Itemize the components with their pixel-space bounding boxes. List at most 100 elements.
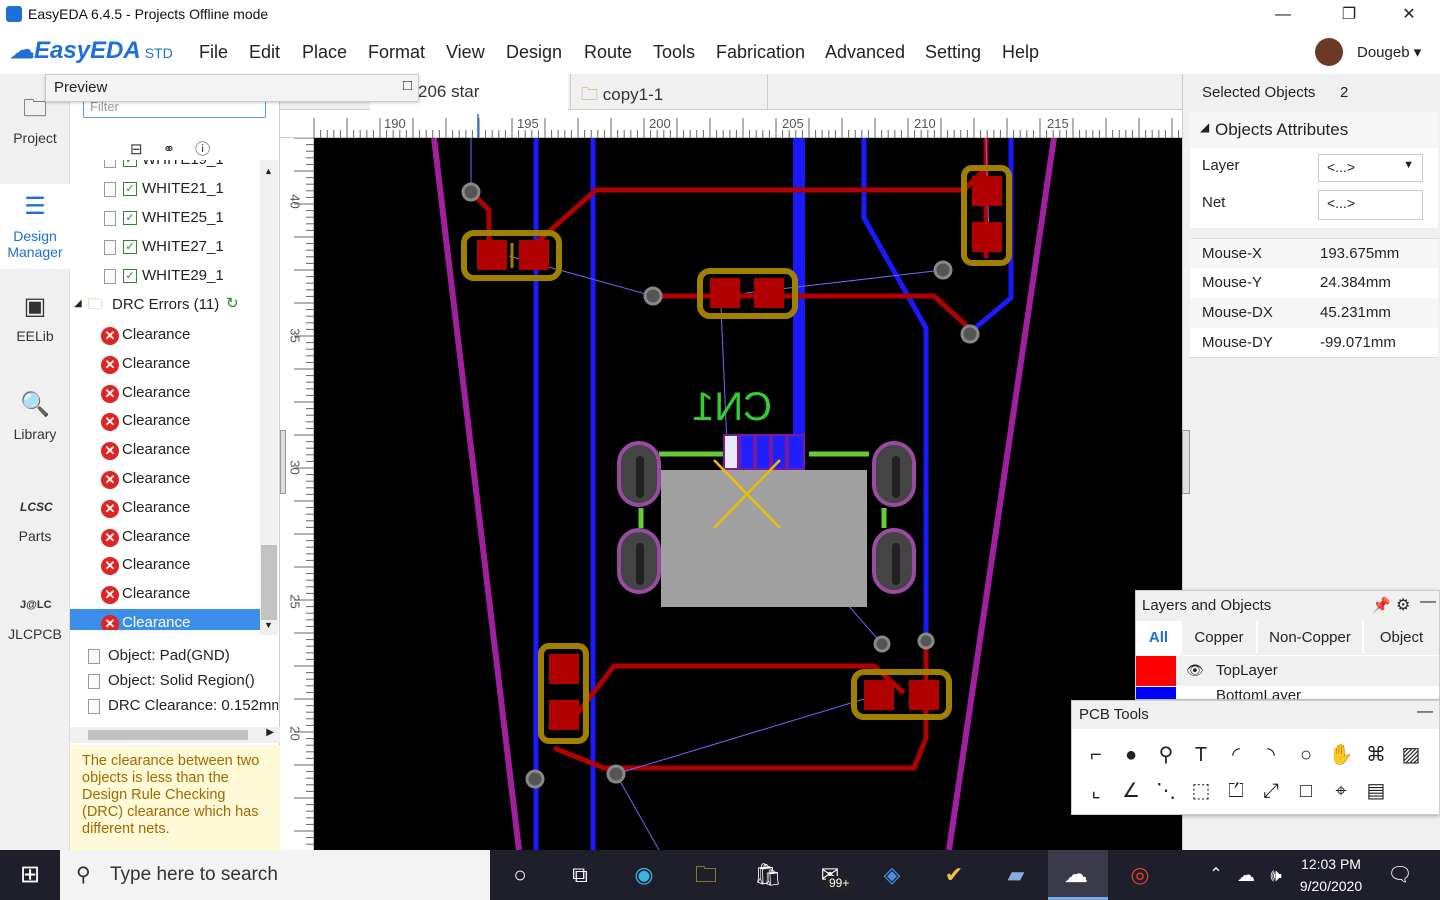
edge-icon[interactable]: ◉ — [626, 860, 662, 890]
notifications-icon[interactable]: 🗨 — [1382, 860, 1418, 890]
copper-area-icon[interactable]: ⌘ — [1362, 741, 1390, 769]
checkbox-icon[interactable]: ✓ — [123, 182, 137, 196]
right-collapse-handle[interactable] — [1182, 430, 1190, 494]
tree-item-net[interactable]: ✓ WHITE29_1 — [70, 262, 260, 291]
pin-icon[interactable]: 📌 — [1372, 596, 1391, 614]
menu-route[interactable]: Route — [584, 42, 632, 63]
layout-icon[interactable]: ▤ — [1362, 777, 1390, 805]
tree-item-net[interactable]: ✓ WHITE21_1 — [70, 175, 260, 204]
maximize-icon[interactable]: □ — [403, 77, 412, 94]
todo-icon[interactable]: ✔ — [936, 860, 972, 890]
clock-date[interactable]: 9/20/2020 — [1296, 878, 1366, 894]
scroll-down-icon[interactable]: ▼ — [264, 620, 273, 630]
menu-view[interactable]: View — [446, 42, 485, 63]
chrome-icon[interactable]: ◎ — [1122, 860, 1158, 890]
tree-item-clearance[interactable]: ✕ Clearance — [70, 436, 260, 465]
track-icon[interactable]: ⌐ — [1082, 741, 1110, 769]
refresh-icon[interactable]: ↻ — [226, 294, 239, 312]
nav-jlcpcb[interactable]: J@LC JLCPCB — [0, 590, 70, 642]
gear-icon[interactable]: ⚙ — [1396, 595, 1410, 615]
menu-advanced[interactable]: Advanced — [825, 42, 905, 63]
connect-pad-icon[interactable]: ⋱ — [1152, 777, 1180, 805]
checkbox-icon[interactable]: ✓ — [123, 269, 137, 283]
layer-color-swatch[interactable] — [1136, 687, 1176, 699]
checkbox-icon[interactable]: ✓ — [123, 240, 137, 254]
menu-help[interactable]: Help — [1002, 42, 1039, 63]
measure-icon[interactable]: ⤢ — [1257, 777, 1285, 805]
tree-item-clearance[interactable]: ✕ Clearance — [70, 321, 260, 350]
tab-all[interactable]: All — [1136, 621, 1181, 655]
eye-icon[interactable]: 👁 — [1186, 662, 1204, 679]
arc-icon[interactable]: ◜ — [1222, 741, 1250, 769]
task-view-icon[interactable]: ⧉ — [562, 860, 598, 890]
attributes-header[interactable]: ◢ Objects Attributes — [1190, 112, 1438, 148]
tree-item-clearance[interactable]: ✕ Clearance — [70, 350, 260, 379]
canvas-origin-icon[interactable]: ⌖ — [1327, 777, 1355, 805]
checkbox-icon[interactable]: ✓ — [123, 211, 137, 225]
via-icon[interactable]: ⚲ — [1152, 741, 1180, 769]
outlook-icon[interactable]: ◈ — [874, 860, 910, 890]
layer-color-swatch[interactable] — [1136, 656, 1176, 686]
tree-item-clearance[interactable]: ✕ Clearance — [70, 580, 260, 609]
layer-row[interactable]: 👁 TopLayer — [1136, 656, 1439, 686]
pcb-tools-header[interactable]: PCB Tools — — [1072, 701, 1439, 729]
scroll-thumb[interactable] — [88, 730, 248, 740]
app-icon[interactable]: ▰ — [998, 860, 1034, 890]
text-icon[interactable]: T — [1187, 741, 1215, 769]
net-icon[interactable]: ⚭ — [163, 141, 196, 158]
dimension-icon[interactable]: ⌞ — [1082, 777, 1110, 805]
left-collapse-handle[interactable] — [280, 430, 286, 494]
tree-item-clearance[interactable]: ✕ Clearance — [70, 379, 260, 408]
nav-eelib[interactable]: ▣ EELib — [0, 292, 70, 344]
nav-parts[interactable]: LCSC Parts — [0, 492, 70, 544]
rectangle-icon[interactable]: □ — [1292, 777, 1320, 805]
layers-header[interactable]: Layers and Objects 📌 ⚙ — — [1136, 591, 1439, 621]
tree-item-clearance[interactable]: ✕ Clearance — [70, 494, 260, 523]
clock-time[interactable]: 12:03 PM — [1296, 856, 1366, 872]
tree-group-drc-errors[interactable]: ◢ 🗀 DRC Errors (11) ↻ — [70, 291, 260, 320]
scroll-up-icon[interactable]: ▲ — [264, 166, 273, 176]
tree-item-clearance[interactable]: ✕ Clearance — [70, 551, 260, 580]
minimize-icon[interactable]: — — [1417, 703, 1433, 721]
menu-format[interactable]: Format — [368, 42, 425, 63]
easyeda-taskbar-button[interactable]: ☁ — [1048, 850, 1108, 900]
chip-icon[interactable]: ⊟ — [130, 141, 163, 158]
tab-copy1-1[interactable]: 🗀 copy1-1 — [570, 74, 768, 110]
nav-library[interactable]: 🔍 Library — [0, 390, 70, 442]
menu-edit[interactable]: Edit — [249, 42, 280, 63]
file-explorer-icon[interactable]: 🗀 — [688, 860, 724, 890]
checkbox-icon[interactable]: ✓ — [123, 160, 137, 167]
menu-setting[interactable]: Setting — [925, 42, 981, 63]
circle-icon[interactable]: ○ — [1292, 741, 1320, 769]
volume-icon[interactable]: 🕪 — [1258, 860, 1294, 890]
angle-icon[interactable]: ∠ — [1117, 777, 1145, 805]
pad-icon[interactable]: ● — [1117, 741, 1145, 769]
tree-item-net[interactable]: ✓ WHITE19_1 — [70, 160, 260, 175]
layer-row[interactable]: BottomLayer — [1136, 687, 1439, 699]
menu-design[interactable]: Design — [506, 42, 562, 63]
menu-place[interactable]: Place — [302, 42, 347, 63]
cortana-icon[interactable]: ○ — [502, 860, 538, 890]
store-icon[interactable]: 🛍 — [750, 860, 786, 890]
tab-copper[interactable]: Copper — [1182, 621, 1256, 655]
hand-icon[interactable]: ✋ — [1327, 741, 1355, 769]
easyeda-logo[interactable]: ☁EasyEDA STD — [10, 36, 173, 65]
windows-start-icon[interactable]: ⊞ — [12, 860, 48, 890]
pcb-canvas[interactable]: CN1 — [314, 138, 1182, 850]
tree-item-net[interactable]: ✓ WHITE25_1 — [70, 204, 260, 233]
tree-item-clearance[interactable]: ✕ Clearance — [70, 609, 260, 630]
tree-item-clearance[interactable]: ✕ Clearance — [70, 523, 260, 552]
tab-non-copper[interactable]: Non-Copper — [1258, 621, 1362, 655]
tree-item-net[interactable]: ✓ WHITE27_1 — [70, 233, 260, 262]
tree-scrollbar[interactable]: ▲ ▼ — [260, 160, 278, 635]
taskbar-search[interactable]: ⚲ Type here to search — [60, 850, 490, 900]
menu-tools[interactable]: Tools — [653, 42, 695, 63]
net-field[interactable]: <...> — [1318, 190, 1423, 220]
solid-region-icon[interactable]: ⏍ — [1222, 777, 1250, 805]
minimize-button[interactable]: — — [1260, 0, 1306, 30]
nav-design-manager[interactable]: ☰ Design Manager — [0, 184, 70, 269]
scroll-thumb[interactable] — [261, 545, 277, 620]
details-hscrollbar[interactable]: ▶ — [70, 727, 280, 743]
scroll-right-icon[interactable]: ▶ — [266, 727, 274, 738]
menu-fabrication[interactable]: Fabrication — [716, 42, 805, 63]
